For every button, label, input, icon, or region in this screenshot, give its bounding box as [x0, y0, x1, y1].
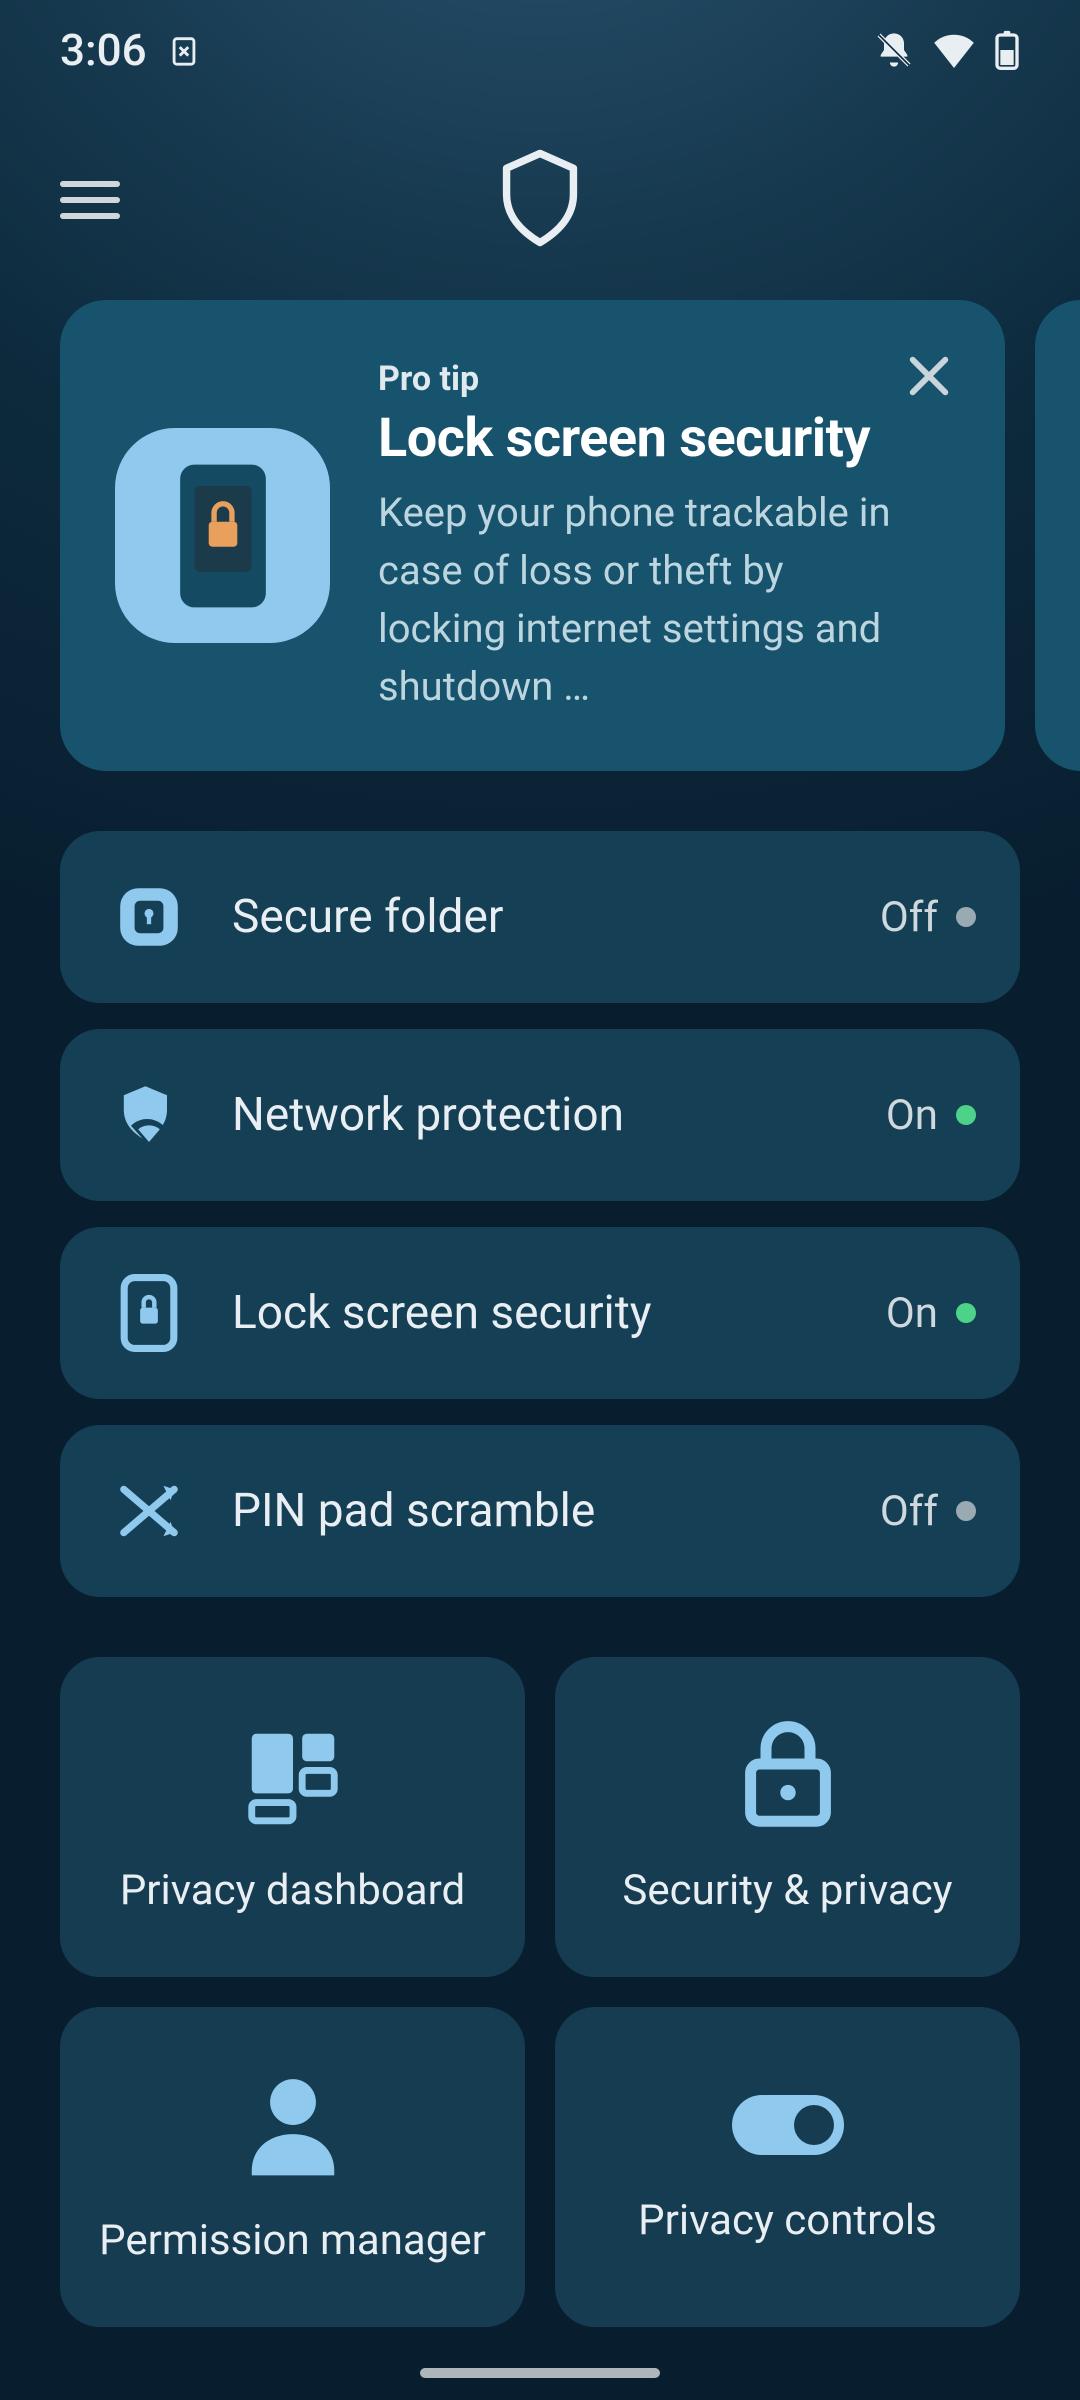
status-dot-off [956, 907, 976, 927]
status-time: 3:06 [60, 24, 147, 76]
tile-label: Security & privacy [622, 1866, 952, 1915]
status-right [874, 30, 1020, 70]
toggle-icon [728, 2090, 848, 2160]
status-dot-off [956, 1501, 976, 1521]
shuffle-icon [104, 1475, 194, 1547]
row-label: Lock screen security [194, 1286, 886, 1340]
tile-label: Privacy dashboard [120, 1866, 465, 1915]
row-status: Off [880, 893, 938, 942]
tile-security-privacy[interactable]: Security & privacy [555, 1657, 1020, 1977]
wifi-icon [932, 32, 976, 68]
tile-privacy-dashboard[interactable]: Privacy dashboard [60, 1657, 525, 1977]
app-logo-shield-icon [495, 146, 585, 254]
battery-icon [994, 30, 1020, 70]
row-pin-pad-scramble[interactable]: PIN pad scramble Off [60, 1425, 1020, 1597]
dashboard-icon [238, 1720, 348, 1830]
row-lock-screen-security[interactable]: Lock screen security On [60, 1227, 1020, 1399]
status-dot-on [956, 1105, 976, 1125]
gesture-nav-pill[interactable] [420, 2368, 660, 2378]
secure-folder-icon [104, 881, 194, 953]
lock-screen-icon [104, 1274, 194, 1352]
tip-close-button[interactable] [901, 348, 957, 404]
row-status: On [886, 1091, 938, 1140]
row-status: Off [880, 1487, 938, 1536]
tip-illustration [115, 428, 330, 643]
tile-label: Permission manager [99, 2216, 486, 2265]
row-network-protection[interactable]: Network protection On [60, 1029, 1020, 1201]
status-dot-on [956, 1303, 976, 1323]
status-left: 3:06 [60, 24, 201, 76]
shortcut-tiles: Privacy dashboard Security & privacy Per… [0, 1657, 1080, 2387]
feature-rows: Secure folder Off Network protection On … [0, 771, 1080, 1657]
tip-content: Pro tip Lock screen security Keep your p… [378, 355, 945, 716]
tile-privacy-controls[interactable]: Privacy controls [555, 2007, 1020, 2327]
tip-title: Lock screen security [378, 407, 945, 470]
app-header [0, 100, 1080, 300]
tip-card[interactable]: Pro tip Lock screen security Keep your p… [60, 300, 1005, 771]
status-bar: 3:06 [0, 0, 1080, 100]
tip-carousel[interactable]: Pro tip Lock screen security Keep your p… [0, 300, 1080, 771]
row-label: Secure folder [194, 890, 880, 944]
tip-eyebrow: Pro tip [378, 359, 945, 399]
notifications-off-icon [874, 30, 914, 70]
lock-icon [738, 1720, 838, 1830]
row-secure-folder[interactable]: Secure folder Off [60, 831, 1020, 1003]
tip-body: Keep your phone trackable in case of los… [378, 484, 918, 716]
tile-label: Privacy controls [638, 2196, 937, 2245]
person-icon [238, 2070, 348, 2180]
tip-card-next[interactable] [1035, 300, 1080, 771]
tile-permission-manager[interactable]: Permission manager [60, 2007, 525, 2327]
network-protection-icon [104, 1079, 194, 1151]
status-badge-icon [167, 33, 201, 67]
row-label: PIN pad scramble [194, 1484, 880, 1538]
row-label: Network protection [194, 1088, 886, 1142]
menu-button[interactable] [60, 164, 132, 236]
row-status: On [886, 1289, 938, 1338]
